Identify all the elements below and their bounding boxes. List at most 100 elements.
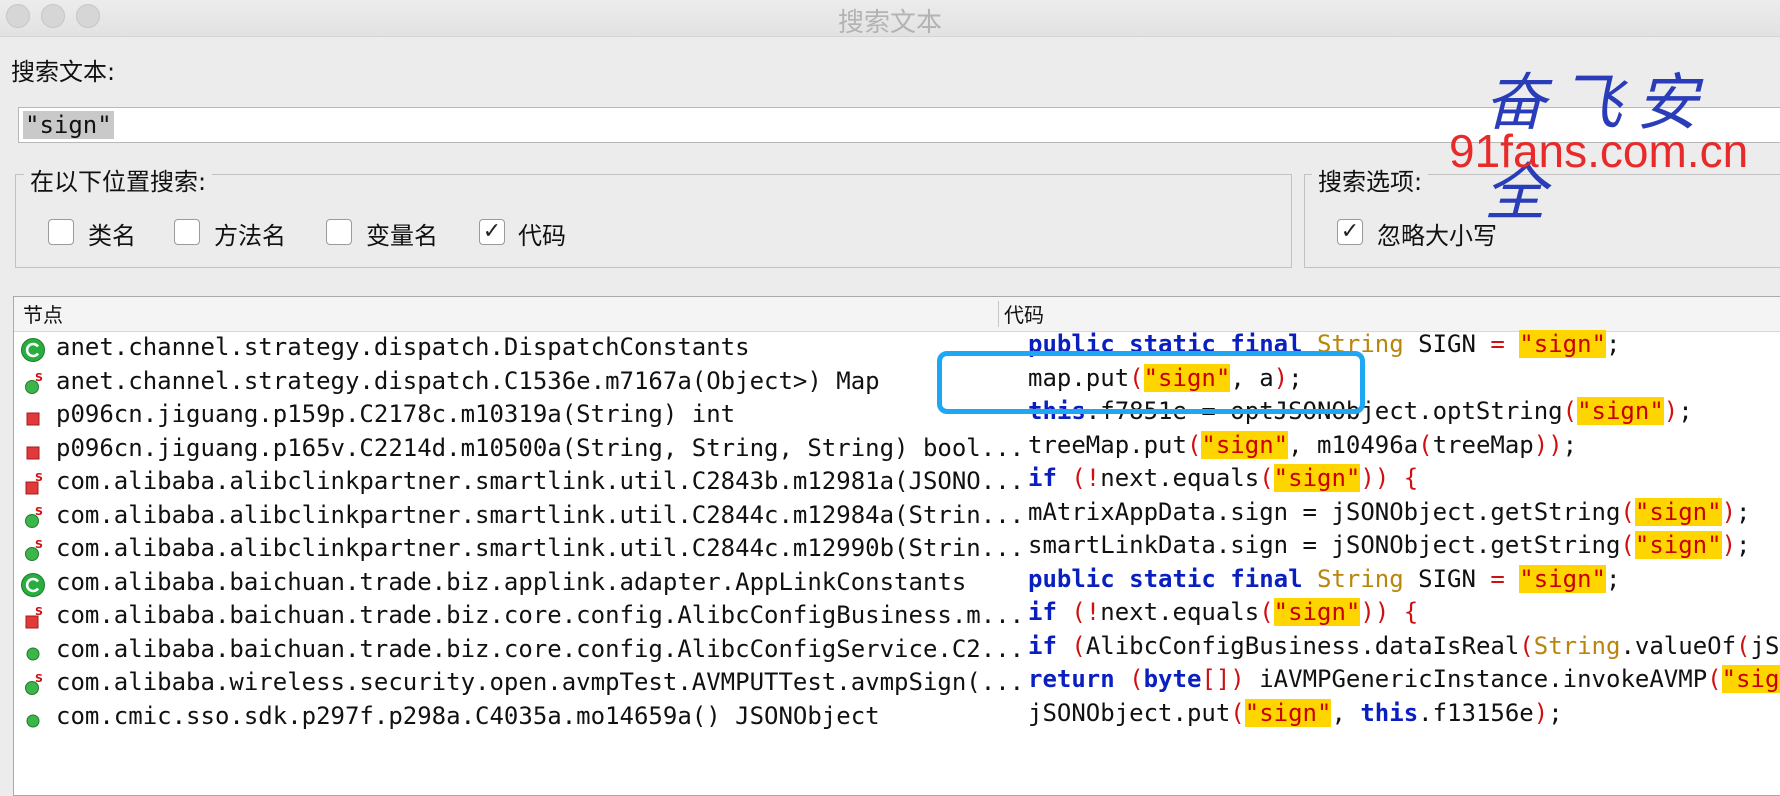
code-checkbox[interactable]: ✓ bbox=[479, 219, 505, 245]
svg-text:S: S bbox=[35, 538, 43, 551]
svg-text:S: S bbox=[35, 672, 43, 685]
search-scope-title: 在以下位置搜索: bbox=[24, 162, 212, 197]
code-label: 代码 bbox=[518, 216, 566, 251]
node-cell: anet.channel.strategy.dispatch.C1536e.m7… bbox=[56, 367, 880, 395]
code-token-paren: )) bbox=[1360, 464, 1389, 492]
code-token-plain: ; bbox=[1548, 699, 1562, 727]
code-token-paren: ( bbox=[1519, 632, 1533, 660]
node-cell: com.alibaba.wireless.security.open.avmpT… bbox=[56, 668, 1024, 696]
code-token-str: "sign" bbox=[1635, 531, 1722, 559]
table-row[interactable]: com.alibaba.baichuan.trade.biz.applink.a… bbox=[14, 566, 1780, 604]
code-token-plain bbox=[1389, 598, 1403, 626]
code-token-type: String bbox=[1317, 565, 1404, 593]
code-token-plain: jSONObject.put bbox=[1028, 699, 1230, 727]
code-token-plain: ; bbox=[1736, 498, 1750, 526]
ignore-case-checkbox[interactable]: ✓ bbox=[1337, 219, 1363, 245]
code-token-paren: (! bbox=[1071, 598, 1100, 626]
code-token-plain: .f13156e bbox=[1418, 699, 1534, 727]
code-cell: if (AlibcConfigBusiness.dataIsReal(Strin… bbox=[1028, 632, 1780, 660]
method-name-checkbox[interactable] bbox=[174, 219, 200, 245]
code-token-kw: public static final bbox=[1028, 565, 1317, 593]
code-token-str: "sign" bbox=[1274, 598, 1361, 626]
code-token-plain: next.equals bbox=[1100, 598, 1259, 626]
code-token-paren: ) bbox=[1664, 397, 1678, 425]
node-cell: com.alibaba.baichuan.trade.biz.applink.a… bbox=[56, 568, 966, 596]
ignore-case-label: 忽略大小写 bbox=[1377, 216, 1497, 251]
variable-name-checkbox[interactable] bbox=[326, 219, 352, 245]
code-token-plain: treeMap.put bbox=[1028, 431, 1187, 459]
code-cell: if (!next.equals("sign")) { bbox=[1028, 598, 1418, 626]
code-token-kw: this bbox=[1360, 699, 1418, 727]
node-cell: p096cn.jiguang.p159p.C2178c.m10319a(Stri… bbox=[56, 400, 735, 428]
node-cell: com.cmic.sso.sdk.p297f.p298a.C4035a.mo14… bbox=[56, 702, 880, 730]
node-cell: com.alibaba.alibclinkpartner.smartlink.u… bbox=[56, 467, 1024, 495]
check-icon: ✓ bbox=[1341, 219, 1359, 244]
code-token-plain: ; bbox=[1736, 531, 1750, 559]
class-icon bbox=[20, 337, 46, 363]
search-input-value: "sign" bbox=[23, 111, 114, 139]
column-divider[interactable] bbox=[998, 301, 999, 327]
code-cell: jSONObject.put("sign", this.f13156e); bbox=[1028, 699, 1563, 727]
table-row[interactable]: com.cmic.sso.sdk.p297f.p298a.C4035a.mo14… bbox=[14, 700, 1780, 738]
search-label: 搜索文本: bbox=[11, 52, 115, 87]
node-column-header[interactable]: 节点 bbox=[23, 299, 63, 328]
static-method-public-icon: S bbox=[20, 672, 46, 698]
node-cell: com.alibaba.alibclinkpartner.smartlink.u… bbox=[56, 501, 1024, 529]
code-token-paren: ) bbox=[1722, 531, 1736, 559]
public-method-icon bbox=[20, 639, 46, 665]
search-options-title: 搜索选项: bbox=[1312, 162, 1428, 197]
code-token-plain: ; bbox=[1606, 565, 1620, 593]
code-token-plain bbox=[1505, 565, 1519, 593]
watermark-url: 91fans.com.cn bbox=[1449, 124, 1748, 178]
class-name-checkbox[interactable] bbox=[48, 219, 74, 245]
public-method-icon bbox=[20, 706, 46, 732]
code-token-str: "sign" bbox=[1519, 565, 1606, 593]
code-token-str: "sign" bbox=[1577, 397, 1664, 425]
code-token-op: = bbox=[1490, 565, 1504, 593]
code-token-paren: ( bbox=[1071, 632, 1085, 660]
code-token-plain: jSON bbox=[1751, 632, 1780, 660]
code-token-op: = bbox=[1490, 330, 1504, 358]
code-token-kw: if bbox=[1028, 598, 1057, 626]
code-token-paren: ) bbox=[1722, 498, 1736, 526]
code-token-plain: next.equals bbox=[1100, 464, 1259, 492]
code-token-plain bbox=[1057, 598, 1071, 626]
code-token-paren: ) bbox=[1534, 699, 1548, 727]
variable-name-label: 变量名 bbox=[366, 216, 438, 251]
static-method-public-icon: S bbox=[20, 505, 46, 531]
code-token-paren: ( bbox=[1418, 431, 1432, 459]
code-token-paren: ( bbox=[1230, 699, 1244, 727]
code-cell: smartLinkData.sign = jSONObject.getStrin… bbox=[1028, 531, 1750, 559]
code-token-str: "sign" bbox=[1245, 699, 1332, 727]
code-token-plain: AlibcConfigBusiness.dataIsReal bbox=[1086, 632, 1519, 660]
code-token-paren: ( bbox=[1563, 397, 1577, 425]
table-row[interactable]: p096cn.jiguang.p165v.C2214d.m10500a(Stri… bbox=[14, 432, 1780, 470]
results-header: 节点 代码 bbox=[14, 297, 1780, 332]
results-table[interactable]: 节点 代码 anet.channel.strategy.dispatch.Dis… bbox=[13, 296, 1780, 796]
code-token-plain bbox=[1057, 632, 1071, 660]
code-token-paren: ( bbox=[1620, 531, 1634, 559]
code-token-plain: SIGN bbox=[1404, 330, 1491, 358]
code-token-str: "sign" bbox=[1519, 330, 1606, 358]
code-token-paren: ( bbox=[1259, 598, 1273, 626]
node-cell: com.alibaba.alibclinkpartner.smartlink.u… bbox=[56, 534, 1024, 562]
code-token-plain: , m10496a bbox=[1288, 431, 1418, 459]
annotation-highlight-box bbox=[937, 351, 1365, 414]
table-row[interactable]: anet.channel.strategy.dispatch.DispatchC… bbox=[14, 331, 1780, 369]
code-token-paren: )) bbox=[1534, 431, 1563, 459]
code-token-paren: ( bbox=[1187, 431, 1201, 459]
code-column-header[interactable]: 代码 bbox=[1004, 299, 1044, 328]
static-method-public-icon: S bbox=[20, 538, 46, 564]
window-title: 搜索文本 bbox=[0, 2, 1780, 39]
code-token-str: "sign" bbox=[1274, 464, 1361, 492]
code-token-plain: iAVMPGenericInstance.invokeAVMP bbox=[1245, 665, 1707, 693]
code-cell: public static final String SIGN = "sign"… bbox=[1028, 565, 1620, 593]
code-token-plain bbox=[1389, 464, 1403, 492]
code-token-paren: (! bbox=[1071, 464, 1100, 492]
code-token-plain: ; bbox=[1606, 330, 1620, 358]
svg-text:S: S bbox=[35, 371, 43, 384]
code-token-paren: )) bbox=[1360, 598, 1389, 626]
check-icon: ✓ bbox=[483, 219, 501, 244]
code-token-paren: ( bbox=[1129, 665, 1143, 693]
svg-text:S: S bbox=[35, 505, 43, 518]
